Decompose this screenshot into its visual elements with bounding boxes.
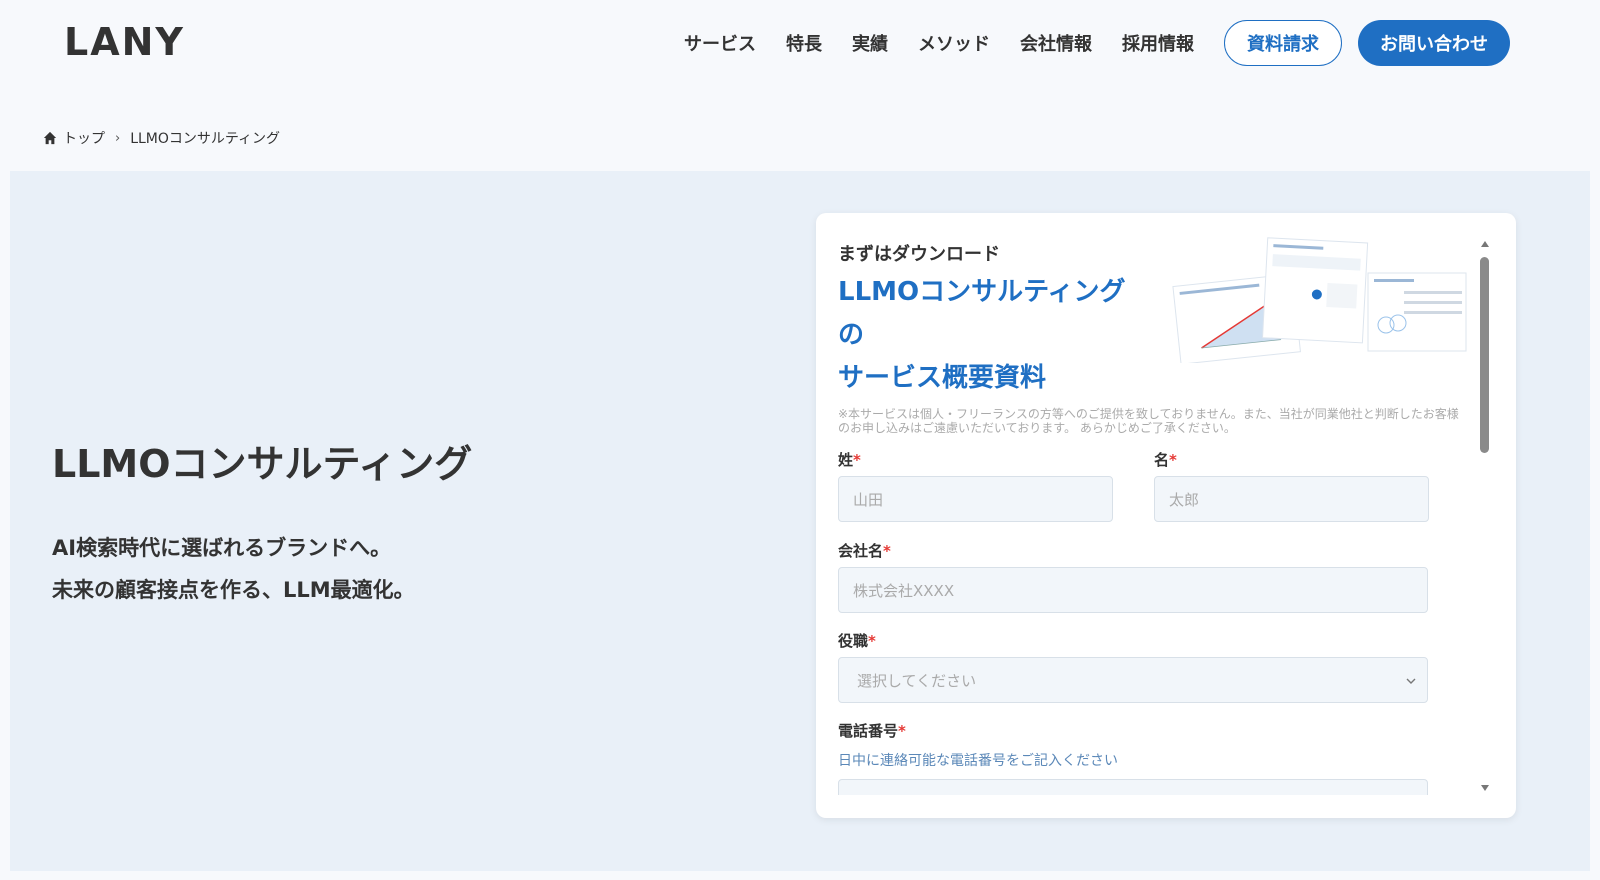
breadcrumb: トップ › LLMOコンサルティング — [43, 128, 280, 148]
role-select[interactable]: 選択してください — [838, 657, 1428, 703]
role-label: 役職* — [838, 630, 876, 651]
main-nav: サービス 特長 実績 メソッド 会社情報 採用情報 資料請求 お問い合わせ — [654, 20, 1510, 66]
required-mark: * — [853, 451, 861, 469]
last-name-placeholder: 山田 — [853, 490, 884, 509]
role-label-text: 役職 — [838, 632, 869, 650]
document-title-line-2: の — [838, 320, 865, 350]
page-title: LLMOコンサルティング — [52, 442, 473, 486]
company-input[interactable]: 株式会社XXXX — [838, 567, 1428, 613]
company-label: 会社名* — [838, 540, 891, 561]
chevron-down-icon — [1406, 678, 1416, 684]
required-mark: * — [883, 542, 891, 560]
nav-item-results[interactable]: 実績 — [852, 30, 888, 56]
last-name-label: 姓* — [838, 449, 861, 470]
nav-item-services[interactable]: サービス — [684, 30, 756, 56]
required-mark: * — [868, 632, 876, 650]
chevron-right-icon: › — [115, 130, 121, 146]
first-name-label: 名* — [1154, 449, 1177, 470]
home-icon — [43, 131, 57, 145]
phone-input[interactable] — [838, 779, 1428, 795]
first-name-input[interactable]: 太郎 — [1154, 476, 1429, 522]
required-mark: * — [898, 722, 906, 740]
download-label: まずはダウンロード — [838, 244, 1000, 265]
scroll-up-arrow-icon[interactable] — [1480, 239, 1490, 249]
document-preview-image — [1172, 237, 1467, 363]
site-logo[interactable]: LANY — [64, 20, 185, 64]
scroll-down-arrow-icon[interactable] — [1480, 783, 1490, 793]
first-name-label-text: 名 — [1154, 451, 1170, 469]
role-placeholder: 選択してください — [857, 671, 977, 690]
company-label-text: 会社名 — [838, 542, 884, 560]
hero-subtitle-line-1: AI検索時代に選ばれるブランドへ。 — [52, 536, 392, 560]
form-scroll-area[interactable]: まずはダウンロード LLMOコンサルティング の サービス概要資料 ※本サービス… — [838, 213, 1478, 795]
disclaimer-text: ※本サービスは個人・フリーランスの方等へのご提供を致しておりません。また、当社が… — [838, 407, 1459, 435]
last-name-input[interactable]: 山田 — [838, 476, 1113, 522]
company-placeholder: 株式会社XXXX — [853, 581, 955, 600]
form-scrollbar[interactable] — [1478, 237, 1492, 797]
nav-item-company[interactable]: 会社情報 — [1020, 30, 1092, 56]
hero-subtitle-line-2: 未来の顧客接点を作る、LLM最適化。 — [52, 578, 415, 602]
document-title-line-3: サービス概要資料 — [838, 363, 1047, 393]
hero-subtitle: AI検索時代に選ばれるブランドへ。 未来の顧客接点を作る、LLM最適化。 — [52, 527, 415, 611]
document-title: LLMOコンサルティング の サービス概要資料 — [838, 271, 1126, 400]
breadcrumb-home-link[interactable]: トップ — [63, 128, 105, 148]
download-form-card: まずはダウンロード LLMOコンサルティング の サービス概要資料 ※本サービス… — [816, 213, 1516, 818]
nav-item-features[interactable]: 特長 — [786, 30, 822, 56]
scrollbar-thumb[interactable] — [1480, 257, 1489, 453]
phone-hint: 日中に連絡可能な電話番号をご記入ください — [838, 753, 1118, 769]
last-name-label-text: 姓 — [838, 451, 854, 469]
phone-label-text: 電話番号 — [838, 722, 899, 740]
required-mark: * — [1169, 451, 1177, 469]
first-name-placeholder: 太郎 — [1169, 490, 1200, 509]
breadcrumb-current: LLMOコンサルティング — [130, 131, 281, 147]
request-docs-button[interactable]: 資料請求 — [1224, 20, 1342, 66]
contact-button[interactable]: お問い合わせ — [1358, 20, 1510, 66]
phone-label: 電話番号* — [838, 720, 906, 741]
nav-item-recruit[interactable]: 採用情報 — [1122, 30, 1194, 56]
document-title-line-1: LLMOコンサルティング — [838, 277, 1126, 307]
nav-item-method[interactable]: メソッド — [918, 30, 990, 56]
site-header: LANY サービス 特長 実績 メソッド 会社情報 採用情報 資料請求 お問い合… — [0, 0, 1600, 90]
